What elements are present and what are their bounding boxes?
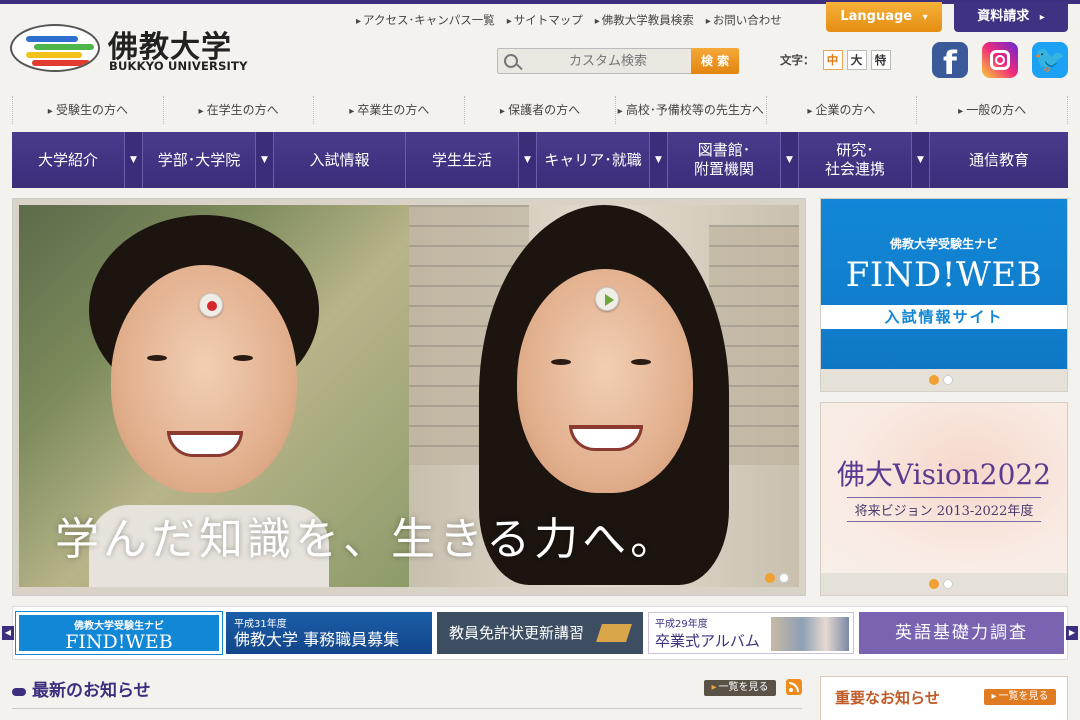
font-size-label: 文字： [780, 53, 815, 67]
font-size-large[interactable]: 大 [846, 50, 867, 70]
audience-nav: 受験生の方へ 在学生の方へ 卒業生の方へ 保護者の方へ 高校･予備校等の先生方へ… [12, 96, 1069, 124]
language-button[interactable]: Language ▾ [826, 2, 942, 32]
twitter-icon[interactable]: 🐦 [1032, 42, 1068, 78]
findweb-pager [929, 375, 953, 385]
audience-item-applicants[interactable]: 受験生の方へ [12, 96, 164, 124]
audience-item-teachers[interactable]: 高校･予備校等の先生方へ [616, 96, 767, 124]
audience-item-students[interactable]: 在学生の方へ [164, 96, 315, 124]
hero-image: 学んだ知識を、生きる力へ。 [19, 205, 799, 587]
important-more-button[interactable]: 一覧を見る [984, 689, 1056, 705]
audience-item-parents[interactable]: 保護者の方へ [465, 96, 616, 124]
findweb-dot-1[interactable] [929, 375, 939, 385]
nav-dropdown-research[interactable]: ▼ [912, 132, 930, 188]
nav-item-career[interactable]: キャリア･就職 [537, 132, 650, 188]
logo-name-en: BUKKYO UNIVERSITY [109, 59, 248, 73]
font-size-medium[interactable]: 中 [822, 50, 843, 70]
banner-findweb-sub: 佛教大学受験生ナビ [74, 621, 164, 632]
graduation-photo [771, 617, 849, 651]
banner-license-renewal-title: 教員免許状更新講習 [449, 624, 585, 642]
facebook-icon[interactable]: f [932, 42, 968, 82]
request-label: 資料請求 [977, 9, 1030, 24]
audience-item-general[interactable]: 一般の方へ [917, 96, 1069, 124]
nav-item-admissions[interactable]: 入試情報 [274, 132, 406, 188]
findweb-sub: 佛教大学受験生ナビ [889, 237, 998, 251]
vision-title: 佛大Vision2022 [836, 458, 1052, 491]
hero-dot-1[interactable] [765, 573, 775, 583]
search-button[interactable]: 検 索 [691, 48, 739, 74]
utility-link-contact[interactable]: お問い合わせ [706, 12, 782, 28]
hero-caption: 学んだ知識を、生きる力へ。 [55, 514, 679, 565]
banner-staff-recruit[interactable]: 平成31年度 佛教大学 事務職員募集 [226, 612, 432, 654]
banner-findweb-title: FIND!WEB [65, 631, 173, 653]
news-divider [12, 708, 802, 709]
instagram-icon[interactable] [982, 42, 1018, 78]
findweb-banner[interactable]: 佛教大学受験生ナビ FIND!WEB 入試情報サイト [820, 198, 1068, 392]
search-input[interactable] [526, 50, 690, 72]
font-size-extra-large[interactable]: 特 [870, 50, 891, 70]
audience-item-companies[interactable]: 企業の方へ [767, 96, 918, 124]
nav-item-about[interactable]: 大学紹介 [12, 132, 125, 188]
banner-graduation-album[interactable]: 平成29年度 卒業式アルバム [648, 612, 854, 654]
hero-dot-2[interactable] [779, 573, 789, 583]
findweb-dot-2[interactable] [943, 375, 953, 385]
request-materials-button[interactable]: 資料請求 ▸ [954, 2, 1068, 32]
main-nav: 大学紹介 ▼ 学部･大学院 ▼ 入試情報 学生生活 ▼ キャリア･就職 ▼ 図書… [12, 132, 1068, 188]
font-size-switcher: 文字： 中 大 特 [780, 50, 891, 70]
banner-staff-recruit-title: 佛教大学 事務職員募集 [234, 630, 400, 649]
vision-pager [929, 579, 953, 589]
utility-link-sitemap[interactable]: サイトマップ [507, 12, 583, 28]
nav-item-student-life[interactable]: 学生生活 [406, 132, 519, 188]
banner-english-survey[interactable]: 英語基礎力調査 [859, 612, 1064, 654]
nav-item-faculties[interactable]: 学部･大学院 [143, 132, 256, 188]
banner-english-survey-title: 英語基礎力調査 [895, 623, 1028, 643]
findweb-strip: 入試情報サイト [821, 305, 1067, 329]
language-label: Language [840, 9, 913, 24]
play-icon[interactable] [595, 287, 619, 311]
site-logo[interactable]: 佛教大学 BUKKYO UNIVERSITY [10, 22, 250, 78]
nav-dropdown-career[interactable]: ▼ [650, 132, 668, 188]
banner-findweb[interactable]: 佛教大学受験生ナビ FIND!WEB [15, 611, 223, 655]
news-heading: 最新のお知らせ [12, 676, 151, 701]
japan-flag-icon[interactable] [199, 293, 223, 317]
strip-next-button[interactable]: ▶ [1066, 626, 1078, 640]
vision-sub: 将来ビジョン 2013-2022年度 [847, 497, 1041, 522]
findweb-title: FIND!WEB [845, 255, 1043, 295]
hero-slider: 学んだ知識を、生きる力へ。 [12, 198, 806, 596]
nav-dropdown-faculties[interactable]: ▼ [256, 132, 274, 188]
vision-banner[interactable]: 佛大Vision2022 将来ビジョン 2013-2022年度 [820, 402, 1068, 596]
nav-item-correspondence[interactable]: 通信教育 [930, 132, 1068, 188]
nav-dropdown-student-life[interactable]: ▼ [519, 132, 537, 188]
utility-link-faculty-search[interactable]: 佛教大学教員検索 [595, 12, 694, 28]
audience-item-alumni[interactable]: 卒業生の方へ [314, 96, 466, 124]
important-heading: 重要なお知らせ [835, 689, 940, 707]
utility-link-access[interactable]: アクセス･キャンパス一覧 [356, 12, 495, 28]
vision-dot-1[interactable] [929, 579, 939, 589]
strip-prev-button[interactable]: ◀ [2, 626, 14, 640]
rss-icon[interactable] [786, 679, 802, 695]
nav-item-library[interactable]: 図書館･ 附置機関 [668, 132, 781, 188]
vision-dot-2[interactable] [943, 579, 953, 589]
nav-item-research[interactable]: 研究･ 社会連携 [799, 132, 912, 188]
news-more-button[interactable]: 一覧を見る [704, 680, 776, 696]
nav-dropdown-about[interactable]: ▼ [125, 132, 143, 188]
important-notices: 重要なお知らせ 一覧を見る [820, 676, 1068, 720]
hero-pager [765, 573, 789, 583]
nav-dropdown-library[interactable]: ▼ [781, 132, 799, 188]
search-icon [504, 54, 518, 68]
logo-mark-icon [10, 24, 100, 72]
utility-links: アクセス･キャンパス一覧 サイトマップ 佛教大学教員検索 お問い合わせ [356, 12, 782, 28]
banner-staff-recruit-sub: 平成31年度 [234, 619, 287, 630]
chevron-right-icon: ▸ [1039, 12, 1045, 23]
search-box [497, 48, 693, 74]
banner-license-renewal[interactable]: 教員免許状更新講習 [437, 612, 643, 654]
chevron-down-icon: ▾ [922, 12, 928, 23]
